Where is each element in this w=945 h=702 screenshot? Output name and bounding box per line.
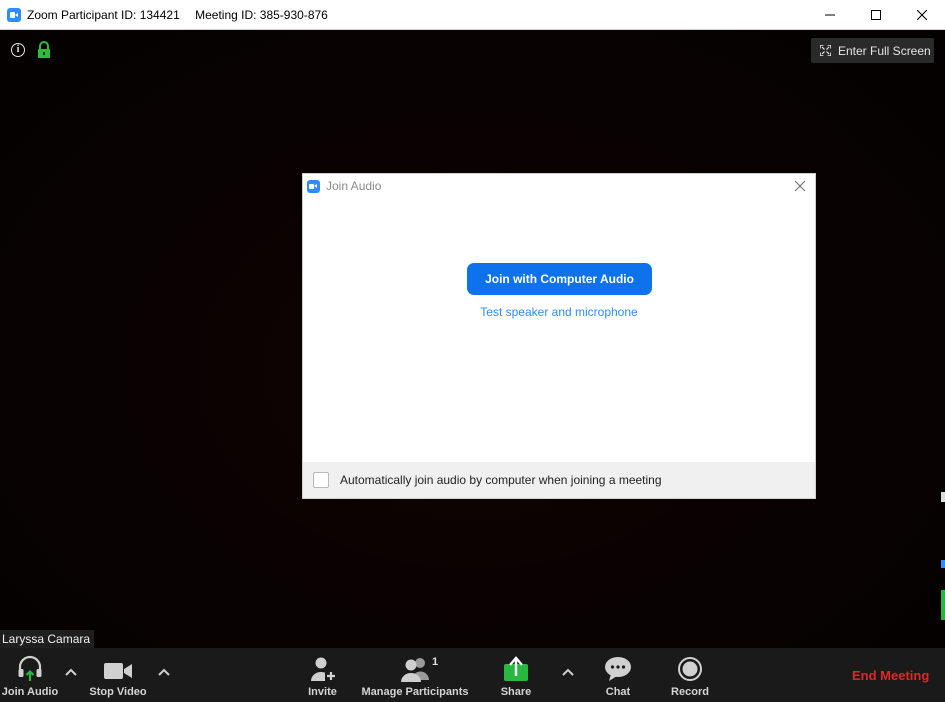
chat-label: Chat — [605, 686, 631, 698]
window-controls — [807, 0, 945, 30]
share-screen-icon — [504, 656, 528, 681]
stop-video-label: Stop Video — [89, 686, 147, 698]
meeting-id: Meeting ID: 385-930-876 — [195, 7, 328, 22]
invite-button[interactable]: Invite — [300, 648, 345, 702]
participants-icon — [401, 658, 429, 682]
share-button[interactable]: Share — [495, 648, 537, 702]
zoom-app-icon — [7, 7, 21, 22]
camera-icon — [104, 663, 132, 679]
close-button[interactable] — [899, 0, 945, 30]
tb-icon-wrap — [502, 648, 530, 682]
join-audio-button[interactable]: Join Audio — [0, 648, 60, 702]
dialog-footer: Automatically join audio by computer whe… — [303, 462, 815, 498]
dialog-title: Join Audio — [326, 179, 382, 193]
maximize-button[interactable] — [853, 0, 899, 30]
minimize-button[interactable] — [807, 0, 853, 30]
participant-id: Zoom Participant ID: 134421 — [27, 7, 180, 22]
headphones-icon — [18, 655, 42, 681]
meeting-toolbar: Join Audio Stop Video Invite Manage Part… — [0, 648, 945, 702]
join-computer-audio-button[interactable]: Join with Computer Audio — [467, 263, 652, 295]
tb-icon-wrap — [677, 648, 703, 682]
dialog-header: Join Audio — [303, 174, 815, 198]
share-label: Share — [500, 686, 532, 698]
tb-icon-wrap — [399, 648, 431, 682]
join-audio-dialog: Join Audio Join with Computer Audio Test… — [302, 173, 816, 499]
window-title: Zoom Participant ID: 134421 Meeting ID: … — [27, 8, 340, 22]
edge-indicator — [941, 590, 945, 620]
edge-indicator — [941, 492, 945, 502]
add-user-icon — [310, 657, 337, 682]
chevron-up-icon[interactable] — [65, 668, 77, 676]
join-audio-label: Join Audio — [1, 686, 59, 698]
minimize-icon — [825, 14, 835, 16]
participant-count-badge: 1 — [432, 656, 439, 668]
record-icon — [678, 657, 702, 681]
chevron-up-icon[interactable] — [158, 668, 170, 676]
test-speaker-link: Test speaker and microphone — [303, 305, 815, 319]
record-label: Record — [671, 686, 709, 698]
tb-icon-wrap — [16, 648, 44, 682]
enter-fullscreen-button[interactable]: Enter Full Screen — [811, 38, 934, 63]
auto-join-label: Automatically join audio by computer whe… — [340, 473, 662, 487]
chat-bubble-icon — [605, 657, 631, 681]
edge-indicator — [941, 560, 945, 568]
close-icon — [917, 10, 927, 20]
title-bar: Zoom Participant ID: 134421 Meeting ID: … — [0, 0, 945, 30]
auto-join-checkbox[interactable] — [313, 472, 329, 488]
manage-participants-label: Manage Participants — [361, 686, 469, 698]
fullscreen-icon — [820, 45, 831, 56]
record-button[interactable]: Record — [668, 648, 712, 702]
manage-participants-button[interactable]: Manage Participants — [360, 648, 470, 702]
participant-name-tag: Laryssa Camara — [0, 630, 95, 648]
test-speaker-link-text[interactable]: Test speaker and microphone — [480, 305, 637, 319]
stop-video-button[interactable]: Stop Video — [86, 648, 150, 702]
invite-label: Invite — [308, 686, 337, 698]
tb-icon-wrap — [604, 648, 632, 682]
tb-icon-wrap — [103, 648, 133, 682]
chevron-up-icon[interactable] — [562, 668, 574, 676]
info-icon[interactable]: i — [11, 43, 25, 57]
end-meeting-button[interactable]: End Meeting — [852, 668, 929, 683]
zoom-app-icon — [307, 179, 320, 193]
chat-button[interactable]: Chat — [598, 648, 638, 702]
tb-icon-wrap — [308, 648, 338, 682]
maximize-icon — [871, 10, 881, 20]
close-icon[interactable] — [793, 179, 807, 193]
fullscreen-label: Enter Full Screen — [838, 43, 931, 58]
lock-icon[interactable] — [37, 41, 51, 59]
